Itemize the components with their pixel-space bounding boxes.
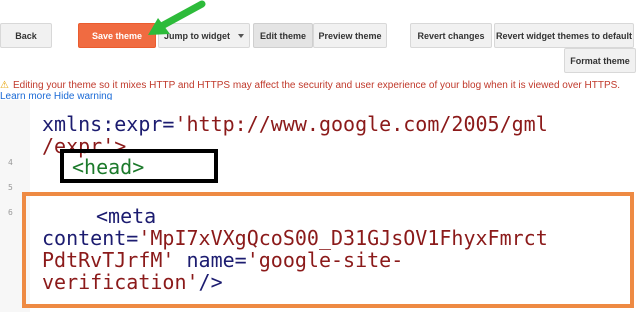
revert-widget-themes-button[interactable]: Revert widget themes to default [494,23,634,48]
warning-icon: ⚠ [0,80,9,91]
meta-highlight-box [22,192,634,308]
format-theme-button[interactable]: Format theme [564,48,636,73]
revert-changes-button[interactable]: Revert changes [410,23,492,48]
warning-text: Editing your theme so it mixes HTTP and … [12,80,621,91]
green-arrow-icon [148,0,206,35]
code-line-xmlns: xmlns:expr='http://www.google.com/2005/g… [42,113,548,135]
chevron-down-icon [238,33,244,38]
attr-value: 'http://www.google.com/2005/gml [174,112,548,136]
preview-theme-button[interactable]: Preview theme [313,23,387,48]
line-number: 6 [8,208,13,217]
mixed-content-warning: ⚠ Editing your theme so it mixes HTTP and… [0,80,640,102]
line-number: 5 [8,183,13,192]
back-button[interactable]: Back [0,23,52,48]
edit-theme-button[interactable]: Edit theme [253,23,313,48]
attr-name: xmlns:expr [42,112,163,136]
equals: = [162,112,175,136]
head-highlight-box [60,149,218,183]
line-number: 4 [8,158,13,167]
